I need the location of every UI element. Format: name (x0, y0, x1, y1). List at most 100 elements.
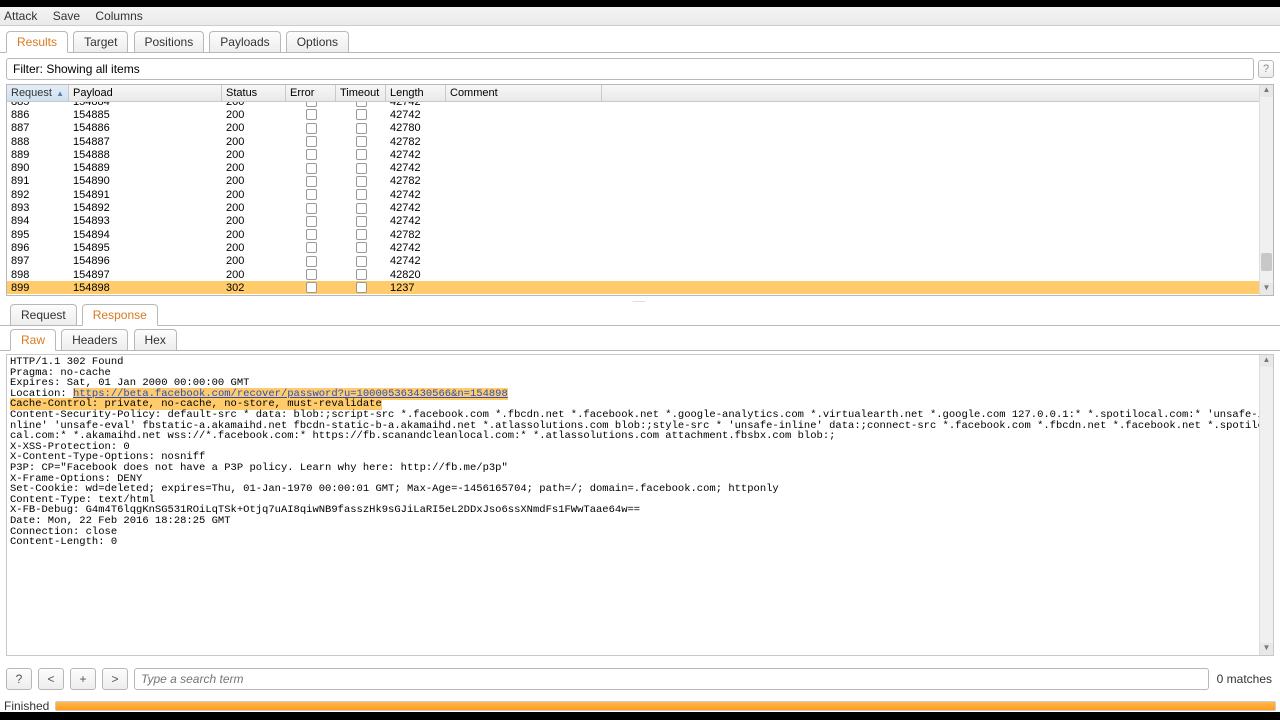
cell-length: 42742 (386, 109, 446, 121)
cell-status: 200 (222, 136, 286, 148)
col-payload[interactable]: Payload (69, 85, 222, 101)
cell-timeout (336, 242, 386, 253)
table-row[interactable]: 89515489420042782 (7, 228, 1273, 241)
checkbox-icon (356, 282, 367, 293)
tab-headers[interactable]: Headers (61, 329, 128, 350)
cell-timeout (336, 123, 386, 134)
table-row[interactable]: 88915488820042742 (7, 148, 1273, 161)
col-status[interactable]: Status (222, 85, 286, 101)
menu-columns[interactable]: Columns (95, 9, 142, 23)
table-row[interactable]: 89615489520042742 (7, 241, 1273, 254)
scroll-up-icon[interactable]: ▲ (1260, 85, 1273, 97)
checkbox-icon (356, 123, 367, 134)
status-bar: Finished (0, 700, 1280, 712)
table-header: Request Payload Status Error Timeout Len… (7, 85, 1273, 102)
cell-length: 42742 (386, 242, 446, 254)
cell-error (286, 163, 336, 174)
col-error[interactable]: Error (286, 85, 336, 101)
search-prev-button[interactable]: < (38, 668, 64, 690)
cell-error (286, 136, 336, 147)
checkbox-icon (356, 269, 367, 280)
search-help-button[interactable]: ? (6, 668, 32, 690)
cell-payload: 154898 (69, 282, 222, 294)
matches-label: 0 matches (1215, 672, 1274, 686)
col-request[interactable]: Request (7, 85, 69, 101)
search-input[interactable] (134, 668, 1209, 690)
cell-status: 200 (222, 215, 286, 227)
cell-timeout (336, 109, 386, 120)
scroll-down-icon[interactable]: ▼ (1260, 283, 1273, 295)
search-add-button[interactable]: + (70, 668, 96, 690)
table-row[interactable]: 89815489720042820 (7, 268, 1273, 281)
table-row[interactable]: 89115489020042782 (7, 175, 1273, 188)
table-row[interactable]: 89015488920042742 (7, 161, 1273, 174)
table-scrollbar[interactable]: ▲ ▼ (1259, 85, 1273, 295)
checkbox-icon (306, 109, 317, 120)
search-row: ? < + > 0 matches (6, 668, 1274, 690)
cell-error (286, 282, 336, 293)
cell-request: 887 (7, 122, 69, 134)
cell-error (286, 109, 336, 120)
cell-payload: 154892 (69, 202, 222, 214)
table-row[interactable]: 8991548983021237 (7, 281, 1273, 294)
table-row[interactable]: 88815488720042782 (7, 135, 1273, 148)
raw-scrollbar[interactable]: ▲ ▼ (1259, 355, 1273, 655)
col-comment[interactable]: Comment (446, 85, 602, 101)
table-row[interactable]: 88715488620042780 (7, 122, 1273, 135)
cell-request: 896 (7, 242, 69, 254)
cell-length: 1237 (386, 282, 446, 294)
scroll-up-icon[interactable]: ▲ (1260, 355, 1273, 367)
search-next-button[interactable]: > (102, 668, 128, 690)
col-timeout[interactable]: Timeout (336, 85, 386, 101)
table-row[interactable]: 893154892200 42742 (7, 201, 1273, 214)
cell-request: 889 (7, 149, 69, 161)
tab-positions[interactable]: Positions (134, 31, 205, 52)
cell-timeout (336, 269, 386, 280)
menu-attack[interactable]: Attack (4, 9, 37, 23)
tab-target[interactable]: Target (73, 31, 128, 52)
checkbox-icon (306, 216, 317, 227)
checkbox-icon (306, 136, 317, 147)
cell-error (286, 256, 336, 267)
cell-length: 42780 (386, 122, 446, 134)
tab-request[interactable]: Request (10, 304, 77, 325)
cell-status: 200 (222, 162, 286, 174)
scroll-thumb[interactable] (1261, 253, 1272, 271)
tab-options[interactable]: Options (286, 31, 349, 52)
checkbox-icon (356, 242, 367, 253)
tab-raw[interactable]: Raw (10, 329, 56, 351)
cell-error (286, 123, 336, 134)
cell-length: 42742 (386, 202, 446, 214)
scroll-down-icon[interactable]: ▼ (1260, 643, 1273, 655)
cell-status: 302 (222, 282, 286, 294)
checkbox-icon (306, 123, 317, 134)
cell-status: 200 (222, 269, 286, 281)
checkbox-icon (356, 163, 367, 174)
cell-status: 200 (222, 202, 286, 214)
tab-hex[interactable]: Hex (134, 329, 177, 350)
cell-request: 886 (7, 109, 69, 121)
checkbox-icon (356, 149, 367, 160)
table-row[interactable]: 89215489120042742 (7, 188, 1273, 201)
filter-box[interactable]: Filter: Showing all items (6, 58, 1254, 80)
table-row[interactable]: 89415489320042742 (7, 215, 1273, 228)
cell-error (286, 149, 336, 160)
cell-payload: 154897 (69, 269, 222, 281)
checkbox-icon (356, 216, 367, 227)
cell-timeout (336, 163, 386, 174)
tab-results[interactable]: Results (6, 31, 68, 53)
cell-timeout (336, 229, 386, 240)
checkbox-icon (306, 242, 317, 253)
menu-save[interactable]: Save (53, 9, 80, 23)
response-raw-pane[interactable]: HTTP/1.1 302 Found Pragma: no-cache Expi… (6, 354, 1274, 656)
view-tabs: Raw Headers Hex (0, 326, 1280, 351)
tab-response[interactable]: Response (82, 304, 158, 326)
help-button[interactable]: ? (1258, 60, 1274, 78)
table-row[interactable]: 89715489620042742 (7, 255, 1273, 268)
cell-request: 893 (7, 202, 69, 214)
cell-length: 42742 (386, 102, 446, 108)
col-length[interactable]: Length (386, 85, 446, 101)
table-row[interactable]: 88615488520042742 (7, 108, 1273, 121)
checkbox-icon (356, 176, 367, 187)
tab-payloads[interactable]: Payloads (209, 31, 280, 52)
